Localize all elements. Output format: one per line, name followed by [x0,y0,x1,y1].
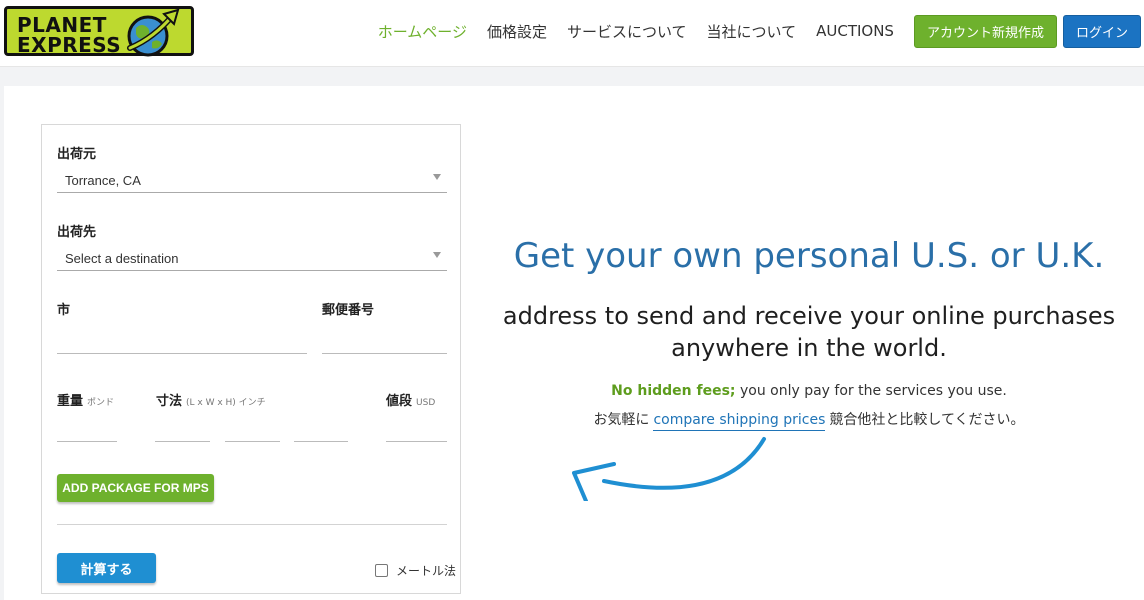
value-input[interactable] [386,441,447,442]
main-content: 出荷元 Torrance, CA 出荷先 Select a destinatio… [4,86,1144,600]
dimensions-label-text: 寸法 [156,394,183,409]
logo-text-line1: PLANET [17,13,107,37]
promo-title: Get your own personal U.S. or U.K. [513,236,1105,276]
destination-select[interactable]: Select a destination [57,246,447,271]
metric-checkbox[interactable] [375,564,388,577]
promo-subtitle: address to send and receive your online … [502,302,1116,362]
metric-toggle[interactable]: メートル法 [375,562,456,579]
globe-arrow-icon [127,8,180,57]
weight-label-text: 重量 [57,394,84,409]
city-label: 市 [57,303,71,318]
nav-services[interactable]: サービスについて [567,21,687,42]
compare-prices-link[interactable]: compare shipping prices [653,412,826,431]
value-unit: USD [416,398,436,408]
nav-pricing[interactable]: 価格設定 [487,21,547,42]
logo-text-line2: EXPRESS [17,33,122,57]
postal-code-input[interactable] [322,353,447,354]
no-fees-highlight: No hidden fees; [611,383,736,399]
length-input[interactable] [155,441,210,442]
height-input[interactable] [294,441,348,442]
origin-value: Torrance, CA [65,173,141,188]
weight-input[interactable] [57,441,117,442]
dimensions-label: 寸法 (L x W x H) インチ [156,390,266,409]
dropdown-caret-icon [433,252,441,258]
postal-code-label: 郵便番号 [322,303,375,318]
nav-auctions[interactable]: AUCTIONS [816,22,894,40]
dropdown-caret-icon [433,174,441,180]
main-nav: ホームページ 価格設定 サービスについて 当社について AUCTIONS アカウ… [378,14,1144,48]
width-input[interactable] [225,441,280,442]
curved-arrow-icon [572,437,766,501]
planet-express-logo[interactable]: PLANET EXPRESS [4,4,202,60]
compare-prefix: お気軽に [593,412,650,428]
dimensions-unit: (L x W x H) インチ [186,398,266,408]
no-fees-text: you only pay for the services you use. [735,383,1007,399]
city-input[interactable] [57,353,307,354]
destination-value: Select a destination [65,251,179,266]
compare-line: お気軽に compare shipping prices 競合他社と比較してください… [474,409,1144,431]
no-fees-line: No hidden fees; you only pay for the ser… [474,383,1144,399]
calculate-button[interactable]: 計算する [57,553,156,583]
metric-label: メートル法 [396,564,457,578]
destination-label: 出荷先 [57,225,97,240]
weight-unit: ポンド [87,398,115,408]
nav-home[interactable]: ホームページ [378,21,467,42]
origin-select[interactable]: Torrance, CA [57,168,447,193]
compare-suffix: 競合他社と比較してください。 [829,412,1025,428]
value-label: 値段 USD [386,390,435,409]
origin-label: 出荷元 [57,147,97,162]
value-label-text: 値段 [386,394,413,409]
add-package-button[interactable]: ADD PACKAGE FOR MPS [57,474,214,502]
login-button[interactable]: ログイン [1062,14,1141,48]
site-header: PLANET EXPRESS ホームページ 価格設定 サービスについて 当社につ… [0,0,1144,67]
signup-button[interactable]: アカウント新規作成 [913,14,1057,48]
divider [57,524,447,525]
nav-about[interactable]: 当社について [707,21,797,42]
weight-label: 重量 ポンド [57,390,114,409]
shipping-calculator: 出荷元 Torrance, CA 出荷先 Select a destinatio… [41,124,461,594]
